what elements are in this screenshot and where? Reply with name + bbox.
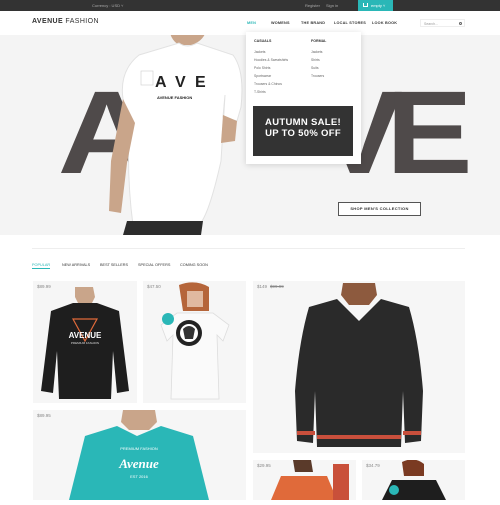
product-card[interactable]: $149 $99.99 bbox=[253, 281, 465, 453]
tab-special-offers[interactable]: SPECIAL OFFERS bbox=[138, 263, 170, 267]
product-card[interactable]: $89.99 AVENUE PREMIUM FASHION bbox=[33, 281, 137, 403]
autumn-sale-banner[interactable]: AUTUMN SALE! UP TO 50% OFF bbox=[253, 106, 353, 156]
svg-text:PREMIUM FASHION: PREMIUM FASHION bbox=[120, 446, 158, 451]
dropdown-item[interactable]: Shirts bbox=[311, 58, 320, 62]
dropdown-item[interactable]: Trousers bbox=[311, 74, 324, 78]
product-price: $34.79 bbox=[366, 463, 380, 468]
signin-link[interactable]: Sign in bbox=[326, 3, 338, 8]
svg-text:Avenue: Avenue bbox=[118, 456, 159, 471]
tab-coming-soon[interactable]: COMING SOON bbox=[180, 263, 208, 267]
sale-line-2: UP TO 50% OFF bbox=[265, 128, 341, 139]
dropdown-item[interactable]: Jackets bbox=[311, 50, 323, 54]
dropdown-item[interactable]: Polo Shirts bbox=[254, 66, 270, 70]
product-card[interactable]: $47.50 bbox=[143, 281, 246, 403]
dropdown-formal-heading: FORMAL bbox=[311, 39, 327, 43]
hero-model-image: A V E AVENUE FASHION bbox=[109, 11, 243, 235]
tab-best-sellers[interactable]: BEST SELLERS bbox=[100, 263, 128, 267]
register-link[interactable]: Register bbox=[305, 3, 320, 8]
tab-popular[interactable]: POPULAR bbox=[32, 263, 51, 269]
svg-text:AVENUE FASHION: AVENUE FASHION bbox=[157, 95, 192, 100]
sale-line-1: AUTUMN SALE! bbox=[265, 117, 341, 128]
svg-text:A: A bbox=[155, 74, 167, 91]
dropdown-item[interactable]: Jackets bbox=[254, 50, 266, 54]
hero-letter-e: E bbox=[386, 67, 473, 199]
top-bar: Currency : USD ˅ Register Sign in empty … bbox=[0, 0, 500, 11]
nav-womens[interactable]: WOMENS bbox=[271, 21, 290, 25]
dropdown-item[interactable]: Hoodies & Sweatshirts bbox=[254, 58, 288, 62]
product-price-current: $149 bbox=[257, 284, 268, 289]
product-price: $89.99 bbox=[37, 284, 51, 289]
logo-light: FASHION bbox=[63, 18, 99, 25]
svg-text:V: V bbox=[175, 74, 186, 91]
dropdown-item[interactable]: Trousers & Chinos bbox=[254, 82, 282, 86]
svg-text:AVENUE: AVENUE bbox=[69, 331, 102, 340]
product-price: $29.95 bbox=[257, 463, 271, 468]
product-image bbox=[295, 283, 423, 447]
product-card[interactable]: $29.95 bbox=[253, 460, 356, 500]
svg-text:E: E bbox=[195, 74, 206, 91]
dropdown-item[interactable]: T-Shirts bbox=[254, 90, 266, 94]
search-icon[interactable] bbox=[459, 21, 462, 25]
dropdown-item[interactable]: Sportswear bbox=[254, 74, 271, 78]
product-card[interactable]: $89.95 Avenue PREMIUM FASHION EST 2016 bbox=[33, 410, 246, 500]
dropdown-item[interactable]: Suits bbox=[311, 66, 319, 70]
product-price: $149 $99.99 bbox=[257, 284, 284, 289]
product-image: AVENUE PREMIUM FASHION bbox=[41, 287, 129, 399]
nav-men[interactable]: MEN bbox=[247, 21, 256, 25]
dropdown-casuals-heading: CASUALS bbox=[254, 39, 272, 43]
cart-label: empty ˅ bbox=[371, 3, 386, 8]
nav-look-book[interactable]: LOOK BOOK bbox=[372, 21, 397, 25]
product-image: Avenue PREMIUM FASHION EST 2016 bbox=[69, 410, 209, 500]
search-placeholder: Search... bbox=[424, 22, 439, 26]
nav-local-stores[interactable]: LOCAL STORES bbox=[334, 21, 366, 25]
tab-new-arrivals[interactable]: NEW ARRIVALS bbox=[62, 263, 90, 267]
product-image bbox=[160, 282, 230, 400]
product-price-old: $99.99 bbox=[270, 284, 284, 289]
site-logo[interactable]: AVENUE FASHION bbox=[32, 18, 99, 25]
search-input[interactable]: Search... bbox=[420, 19, 465, 27]
cart-button[interactable]: empty ˅ bbox=[358, 0, 393, 11]
cart-icon bbox=[363, 3, 368, 7]
currency-selector[interactable]: Currency : USD ˅ bbox=[92, 3, 123, 8]
product-card[interactable]: $34.79 bbox=[362, 459, 465, 500]
product-price: $47.50 bbox=[147, 284, 161, 289]
nav-the-brand[interactable]: THE BRAND bbox=[301, 21, 325, 25]
product-price: $89.95 bbox=[37, 413, 51, 418]
logo-bold: AVENUE bbox=[32, 18, 64, 25]
section-divider bbox=[32, 248, 465, 249]
svg-text:EST 2016: EST 2016 bbox=[130, 474, 148, 479]
svg-text:PREMIUM FASHION: PREMIUM FASHION bbox=[71, 341, 99, 345]
shop-mens-collection-button[interactable]: SHOP MEN'S COLLECTION bbox=[338, 202, 421, 216]
